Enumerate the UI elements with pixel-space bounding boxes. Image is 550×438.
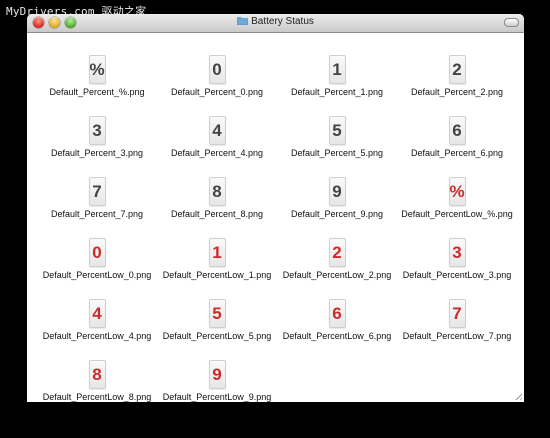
png-file-icon[interactable]: 2	[328, 238, 346, 267]
file-item[interactable]: 7 Default_Percent_7.png	[37, 177, 157, 238]
file-area: % Default_Percent_%.png 0 Default_Percent_0…	[27, 33, 524, 402]
icon-row: 3 Default_Percent_3.png 4 Default_Percent_4…	[37, 116, 517, 177]
file-name-label[interactable]: Default_Percent_5.png	[277, 148, 397, 158]
file-name-label[interactable]: Default_PercentLow_%.png	[397, 209, 517, 219]
icon-row: 8 Default_PercentLow_8.png 9 Default_Percen…	[37, 360, 517, 402]
png-file-icon[interactable]: 0	[208, 55, 226, 84]
file-item[interactable]: % Default_Percent_%.png	[37, 55, 157, 116]
png-file-icon[interactable]: 9	[208, 360, 226, 389]
file-name-label[interactable]: Default_PercentLow_6.png	[277, 331, 397, 341]
file-name-label[interactable]: Default_PercentLow_9.png	[157, 392, 277, 402]
file-name-label[interactable]: Default_PercentLow_2.png	[277, 270, 397, 280]
finder-window: Battery Status % Default_Percent_%.png 0 De…	[27, 14, 524, 402]
png-file-icon[interactable]: 5	[208, 299, 226, 328]
png-file-icon[interactable]: 1	[328, 55, 346, 84]
png-file-icon[interactable]: 8	[88, 360, 106, 389]
file-name-label[interactable]: Default_PercentLow_0.png	[37, 270, 157, 280]
file-name-label[interactable]: Default_Percent_8.png	[157, 209, 277, 219]
file-item[interactable]: 1 Default_Percent_1.png	[277, 55, 397, 116]
png-file-icon[interactable]: 7	[88, 177, 106, 206]
window-title-text: Battery Status	[251, 16, 314, 27]
png-file-icon[interactable]: 1	[208, 238, 226, 267]
file-item[interactable]: 3 Default_Percent_3.png	[37, 116, 157, 177]
png-file-icon[interactable]: 9	[328, 177, 346, 206]
icon-row: 7 Default_Percent_7.png 8 Default_Percent_8…	[37, 177, 517, 238]
file-item[interactable]: 0 Default_Percent_0.png	[157, 55, 277, 116]
file-name-label[interactable]: Default_Percent_2.png	[397, 87, 517, 97]
file-item[interactable]: 2 Default_Percent_2.png	[397, 55, 517, 116]
png-file-icon[interactable]: 3	[88, 116, 106, 145]
file-name-label[interactable]: Default_Percent_9.png	[277, 209, 397, 219]
icon-row: 0 Default_PercentLow_0.png 1 Default_Percen…	[37, 238, 517, 299]
file-item[interactable]: 6 Default_Percent_6.png	[397, 116, 517, 177]
file-item[interactable]: 8 Default_Percent_8.png	[157, 177, 277, 238]
file-name-label[interactable]: Default_PercentLow_5.png	[157, 331, 277, 341]
file-name-label[interactable]: Default_Percent_7.png	[37, 209, 157, 219]
file-name-label[interactable]: Default_PercentLow_7.png	[397, 331, 517, 341]
png-file-icon[interactable]: 4	[208, 116, 226, 145]
file-item[interactable]: 9 Default_PercentLow_9.png	[157, 360, 277, 402]
file-item[interactable]: 6 Default_PercentLow_6.png	[277, 299, 397, 360]
file-name-label[interactable]: Default_Percent_3.png	[37, 148, 157, 158]
file-item[interactable]: 4 Default_Percent_4.png	[157, 116, 277, 177]
png-file-icon[interactable]: 0	[88, 238, 106, 267]
png-file-icon[interactable]: 6	[328, 299, 346, 328]
icon-row: % Default_Percent_%.png 0 Default_Percent_0…	[37, 55, 517, 116]
file-item[interactable]: 0 Default_PercentLow_0.png	[37, 238, 157, 299]
file-item[interactable]: % Default_PercentLow_%.png	[397, 177, 517, 238]
png-file-icon[interactable]: %	[448, 177, 466, 206]
file-name-label[interactable]: Default_Percent_6.png	[397, 148, 517, 158]
file-item[interactable]: 2 Default_PercentLow_2.png	[277, 238, 397, 299]
toolbar-toggle-button[interactable]	[504, 18, 519, 27]
file-item[interactable]: 3 Default_PercentLow_3.png	[397, 238, 517, 299]
folder-icon	[237, 17, 249, 25]
file-name-label[interactable]: Default_PercentLow_3.png	[397, 270, 517, 280]
file-name-label[interactable]: Default_PercentLow_8.png	[37, 392, 157, 402]
icon-row: 4 Default_PercentLow_4.png 5 Default_Percen…	[37, 299, 517, 360]
file-item[interactable]: 5 Default_PercentLow_5.png	[157, 299, 277, 360]
file-name-label[interactable]: Default_Percent_4.png	[157, 148, 277, 158]
file-item[interactable]: 4 Default_PercentLow_4.png	[37, 299, 157, 360]
png-file-icon[interactable]: %	[88, 55, 106, 84]
file-name-label[interactable]: Default_Percent_%.png	[37, 87, 157, 97]
file-item[interactable]: 7 Default_PercentLow_7.png	[397, 299, 517, 360]
file-item[interactable]: 1 Default_PercentLow_1.png	[157, 238, 277, 299]
png-file-icon[interactable]: 2	[448, 55, 466, 84]
png-file-icon[interactable]: 7	[448, 299, 466, 328]
file-item[interactable]: 9 Default_Percent_9.png	[277, 177, 397, 238]
png-file-icon[interactable]: 8	[208, 177, 226, 206]
file-item[interactable]: 5 Default_Percent_5.png	[277, 116, 397, 177]
file-name-label[interactable]: Default_Percent_0.png	[157, 87, 277, 97]
png-file-icon[interactable]: 5	[328, 116, 346, 145]
file-name-label[interactable]: Default_PercentLow_1.png	[157, 270, 277, 280]
png-file-icon[interactable]: 4	[88, 299, 106, 328]
title-bar[interactable]: Battery Status	[27, 14, 524, 33]
file-name-label[interactable]: Default_PercentLow_4.png	[37, 331, 157, 341]
window-title: Battery Status	[27, 16, 524, 27]
png-file-icon[interactable]: 3	[448, 238, 466, 267]
png-file-icon[interactable]: 6	[448, 116, 466, 145]
file-name-label[interactable]: Default_Percent_1.png	[277, 87, 397, 97]
icon-grid: % Default_Percent_%.png 0 Default_Percent_0…	[37, 55, 517, 402]
file-item[interactable]: 8 Default_PercentLow_8.png	[37, 360, 157, 402]
